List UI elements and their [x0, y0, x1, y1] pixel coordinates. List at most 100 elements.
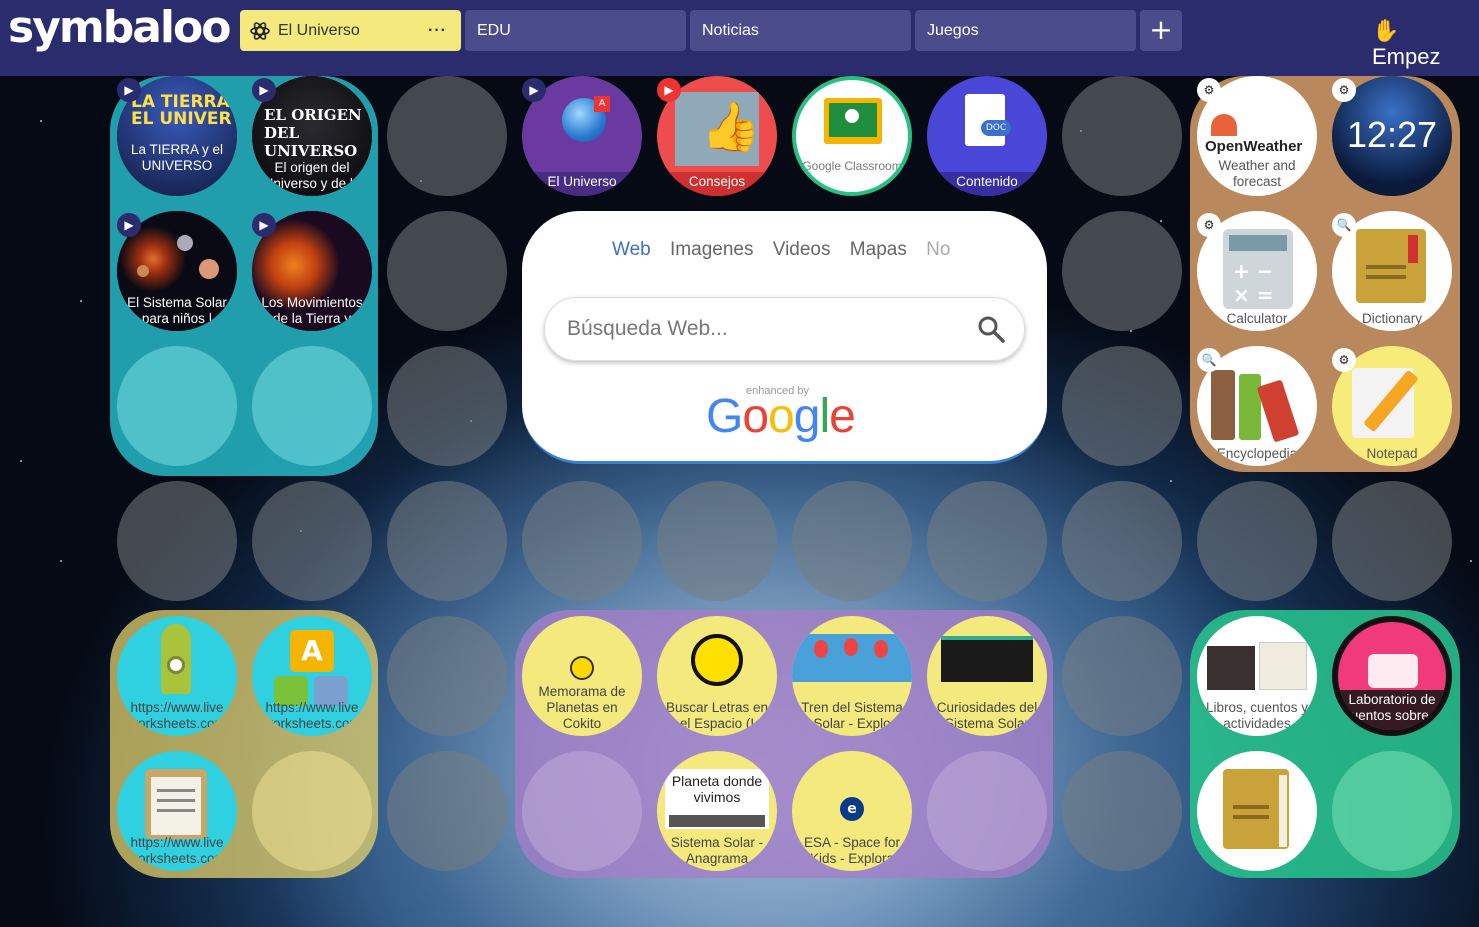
tile-libros-cuentos[interactable]: Libros, cuentos y actividades — [1197, 616, 1317, 736]
search-tab-web[interactable]: Web — [612, 239, 651, 261]
tab-label: Juegos — [927, 22, 979, 39]
search-tab-noticias[interactable]: No — [926, 239, 950, 260]
tile-label: Sistema Solar - Anagrama — [670, 835, 764, 866]
empty-tile[interactable] — [522, 751, 642, 871]
empty-tile[interactable] — [1332, 751, 1452, 871]
tab-label: Noticias — [702, 22, 759, 39]
tile-label: Tren del Sistema Solar - Explo — [801, 700, 903, 731]
tab-more-icon[interactable]: ··· — [428, 10, 447, 51]
top-bar: symbaloo El Universo ··· EDU Noticias Ju… — [0, 0, 1479, 76]
empty-tile[interactable] — [792, 481, 912, 601]
tab-label: El Universo — [278, 22, 360, 39]
search-box — [544, 297, 1025, 361]
tile-label: La TIERRA y el UNIVERSO — [130, 142, 224, 173]
play-icon: ▶ — [117, 213, 141, 237]
search-tab-mapas[interactable]: Mapas — [850, 239, 907, 260]
play-icon: ▶ — [252, 78, 276, 102]
tab-juegos[interactable]: Juegos — [915, 10, 1136, 51]
gear-icon[interactable]: ⚙ — [1332, 78, 1356, 102]
tile-label: Libros, cuentos y actividades — [1205, 700, 1309, 731]
add-tab-button[interactable]: + — [1140, 10, 1182, 51]
tile-label: Google Classroom — [802, 159, 902, 173]
anagrama-heading: Planeta donde vivimos — [671, 773, 763, 805]
tile-liveworksheets-3[interactable]: https://www.live worksheets.com — [117, 751, 237, 871]
tile-label: ESA - Space for Kids - Explora — [803, 835, 901, 866]
empty-tile[interactable] — [252, 346, 372, 466]
tile-label: Notepad — [1366, 446, 1418, 461]
tile-label: El Sistema Solar para niños | — [127, 295, 227, 326]
empty-tile[interactable] — [1062, 481, 1182, 601]
search-tab-imagenes[interactable]: Imagenes — [670, 239, 753, 260]
tile-buscar-letras[interactable]: Buscar Letras en el Espacio (I — [657, 616, 777, 736]
tile-tren-sistema-solar[interactable]: Tren del Sistema Solar - Explo — [792, 616, 912, 736]
empty-tile[interactable] — [1062, 616, 1182, 736]
empty-tile[interactable] — [252, 751, 372, 871]
tile-anagrama[interactable]: Planeta donde vivimos Sistema Solar - An… — [657, 751, 777, 871]
tab-edu[interactable]: EDU — [465, 10, 686, 51]
empty-tile[interactable] — [117, 346, 237, 466]
tile-liveworksheets-2[interactable]: A https://www.live worksheets.com — [252, 616, 372, 736]
empty-tile[interactable] — [1062, 751, 1182, 871]
empty-tile[interactable] — [387, 481, 507, 601]
tab-noticias[interactable]: Noticias — [690, 10, 911, 51]
book-icon — [1197, 751, 1317, 871]
tile-memorama[interactable]: Memorama de Planetas en Cokito — [522, 616, 642, 736]
play-icon: ▶ — [522, 78, 546, 102]
tile-label: Contenido — [927, 172, 1047, 196]
tile-label: Buscar Letras en el Espacio (I — [665, 700, 769, 731]
atom-icon — [250, 22, 270, 40]
empty-tile[interactable] — [387, 76, 507, 196]
search-widget: Web Imagenes Videos Mapas No enhanced by… — [522, 211, 1047, 464]
symbaloo-logo[interactable]: symbaloo — [8, 2, 231, 53]
search-tab-videos[interactable]: Videos — [773, 239, 831, 260]
google-logo: Google — [706, 390, 856, 443]
empty-tile[interactable] — [1197, 481, 1317, 601]
get-started-link[interactable]: ✋Empez — [1372, 18, 1479, 70]
empty-tile[interactable] — [1062, 211, 1182, 331]
search-badge-icon: 🔍 — [1197, 348, 1221, 372]
empty-tile[interactable] — [117, 481, 237, 601]
tile-google-classroom[interactable]: Google Classroom — [792, 76, 912, 196]
tile-liveworksheets-1[interactable]: https://www.live worksheets.com — [117, 616, 237, 736]
play-icon: ▶ — [252, 213, 276, 237]
tile-label: Los Movimientos de la Tierra y — [261, 295, 363, 326]
play-icon: ▶ — [117, 78, 141, 102]
empty-tile[interactable] — [1332, 481, 1452, 601]
weather-brand: OpenWeather — [1205, 138, 1303, 155]
tile-label: Memorama de Planetas en Cokito — [538, 684, 626, 731]
tile-curiosidades[interactable]: Curiosidades del Sistema Solar — [927, 616, 1047, 736]
empty-tile[interactable] — [387, 616, 507, 736]
empty-tile[interactable] — [657, 481, 777, 601]
classroom-icon — [796, 80, 908, 192]
gear-icon[interactable]: ⚙ — [1197, 213, 1221, 237]
gear-icon[interactable]: ⚙ — [1197, 78, 1221, 102]
hand-icon: ✋ — [1372, 18, 1400, 43]
clock-time: 12:27 — [1346, 114, 1438, 155]
tile-label: El Universo — [522, 172, 642, 196]
tile-label: https://www.live worksheets.com — [263, 700, 361, 731]
tile-label: Calculator — [1226, 311, 1288, 326]
tile-label: Dictionary — [1361, 311, 1423, 326]
tile-label: El origen del Universo y de la — [263, 160, 361, 191]
tile-label: https://www.live worksheets.com — [128, 835, 226, 866]
empty-tile[interactable] — [252, 481, 372, 601]
tile-contenido[interactable]: DOC Contenido — [927, 76, 1047, 196]
empty-tile[interactable] — [927, 481, 1047, 601]
empty-tile[interactable] — [387, 346, 507, 466]
gear-icon[interactable]: ⚙ — [1332, 348, 1356, 372]
empty-tile[interactable] — [1062, 346, 1182, 466]
empty-tile[interactable] — [387, 751, 507, 871]
tile-label: Curiosidades del Sistema Solar — [936, 700, 1038, 731]
tile-label: Encyclopedia — [1216, 446, 1298, 461]
empty-tile[interactable] — [927, 751, 1047, 871]
tile-label: https://www.live worksheets.com — [128, 700, 226, 731]
tile-esa-kids[interactable]: e ESA - Space for Kids - Explora — [792, 751, 912, 871]
tile-book[interactable] — [1197, 751, 1317, 871]
empty-tile[interactable] — [522, 481, 642, 601]
empty-tile[interactable] — [1062, 76, 1182, 196]
search-icon[interactable] — [976, 314, 1006, 344]
tab-el-universo[interactable]: El Universo ··· — [240, 10, 461, 51]
tile-laboratorio-cuentos[interactable]: Laboratorio de cuentos sobre e — [1332, 616, 1452, 736]
empty-tile[interactable] — [387, 211, 507, 331]
search-input[interactable] — [567, 312, 947, 346]
